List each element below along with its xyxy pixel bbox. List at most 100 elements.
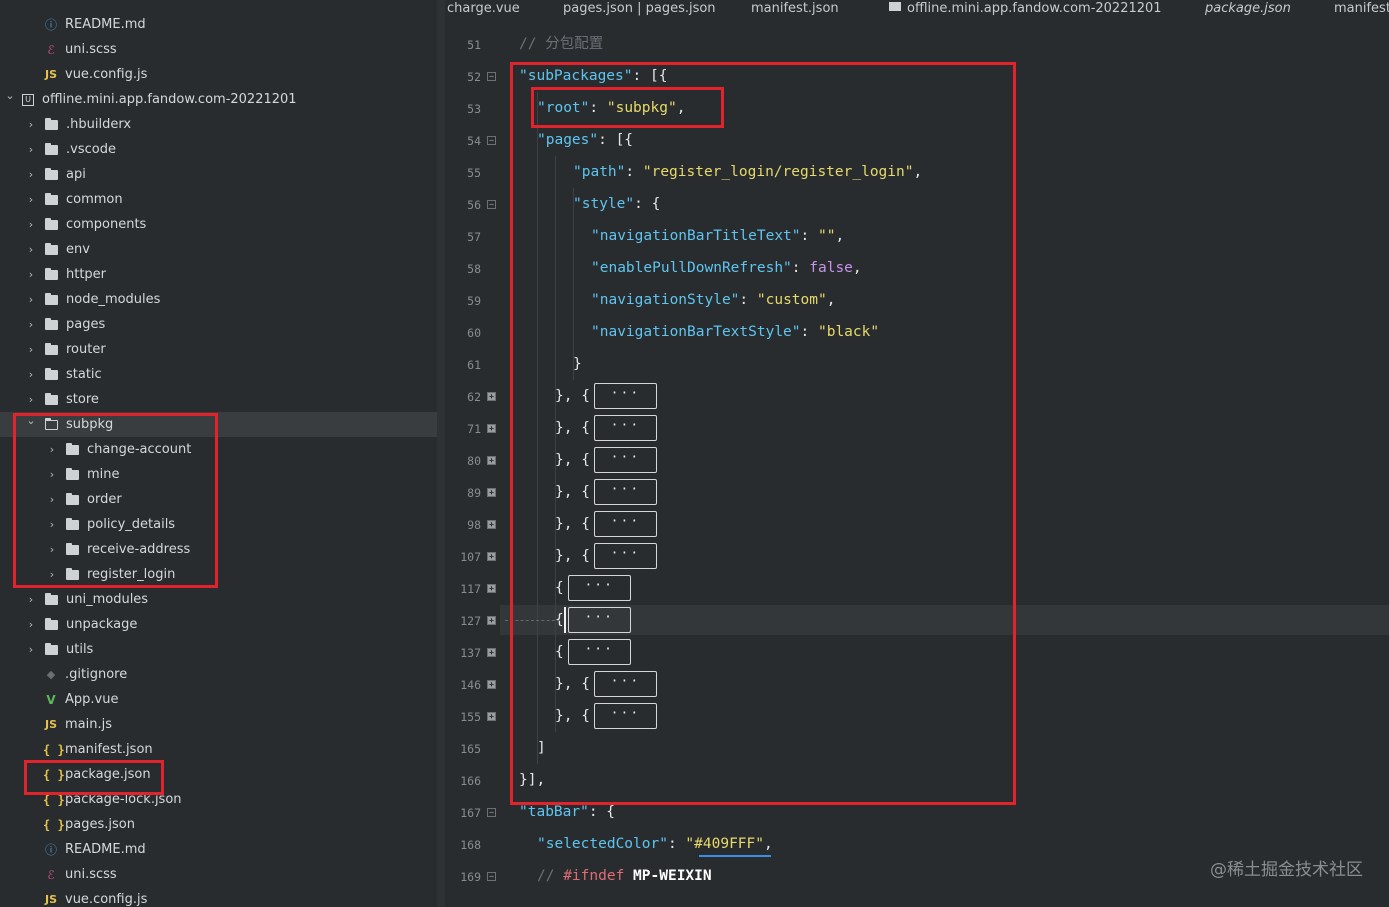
tree-item-mine[interactable]: › mine (0, 462, 437, 487)
tab-manifest-json[interactable]: manifest.json (751, 1, 839, 21)
tree-item-api[interactable]: › api (0, 162, 437, 187)
tree-item-uni-modules[interactable]: › uni_modules (0, 587, 437, 612)
code-line[interactable]: {··· (555, 636, 631, 668)
collapsed-region-button[interactable]: ··· (593, 703, 657, 729)
chevron-right-icon[interactable]: › (25, 593, 37, 606)
code-line[interactable]: }, {··· (555, 412, 657, 444)
code-line[interactable]: "root": "subpkg", (537, 92, 685, 124)
tree-item-pages[interactable]: › pages (0, 312, 437, 337)
fold-expand-icon[interactable]: + (487, 648, 496, 657)
collapsed-region-button[interactable]: ··· (593, 479, 657, 505)
tree-item--vscode[interactable]: › .vscode (0, 137, 437, 162)
tab-package-json[interactable]: package.json (1205, 1, 1291, 21)
chevron-right-icon[interactable]: › (25, 618, 37, 631)
chevron-right-icon[interactable]: › (25, 393, 37, 406)
tree-item-main-js[interactable]: JS main.js (0, 712, 437, 737)
tree-item-vue-config-js[interactable]: JS vue.config.js (0, 62, 437, 87)
collapsed-region-button[interactable]: ··· (567, 575, 631, 601)
chevron-right-icon[interactable]: › (25, 243, 37, 256)
tree-item-app-vue[interactable]: V App.vue (0, 687, 437, 712)
tree-item-uni-scss[interactable]: ℰuni.scss (0, 862, 437, 887)
chevron-right-icon[interactable]: › (25, 293, 37, 306)
code-line[interactable]: }, {··· (555, 668, 657, 700)
chevron-right-icon[interactable]: › (25, 118, 37, 131)
collapsed-region-button[interactable]: ··· (593, 543, 657, 569)
tree-item-components[interactable]: › components (0, 212, 437, 237)
code-line[interactable]: } (573, 348, 582, 380)
code-editor[interactable]: 51// 分包配置 52− "subPackages": [{53 "root": "… (445, 22, 1389, 907)
collapsed-region-button[interactable]: ··· (593, 447, 657, 473)
fold-expand-icon[interactable]: + (487, 424, 496, 433)
code-line[interactable]: ] (537, 732, 546, 764)
code-line[interactable]: "navigationStyle": "custom", (591, 284, 835, 316)
tree-item-httper[interactable]: › httper (0, 262, 437, 287)
tree-item-offline-mini-app-fandow-com-20221201[interactable]: ⌄ Uoffline.mini.app.fandow.com-20221201 (0, 87, 437, 112)
chevron-right-icon[interactable]: › (25, 218, 37, 231)
code-line[interactable]: {··· (555, 572, 631, 604)
code-line[interactable]: }, {··· (555, 444, 657, 476)
chevron-down-icon[interactable]: ⌄ (4, 89, 16, 102)
fold-expand-icon[interactable]: + (487, 520, 496, 529)
code-line[interactable]: "enablePullDownRefresh": false, (591, 252, 862, 284)
tree-item-pages-json[interactable]: { } pages.json (0, 812, 437, 837)
chevron-right-icon[interactable]: › (25, 143, 37, 156)
tree-item-static[interactable]: › static (0, 362, 437, 387)
code-line[interactable]: }, {··· (555, 540, 657, 572)
tree-item-utils[interactable]: › utils (0, 637, 437, 662)
tree-item-register-login[interactable]: › register_login (0, 562, 437, 587)
chevron-right-icon[interactable]: › (25, 368, 37, 381)
code-line[interactable]: // 分包配置 (519, 28, 603, 60)
fold-expand-icon[interactable]: + (487, 584, 496, 593)
chevron-down-icon[interactable]: ⌄ (25, 414, 37, 427)
fold-collapse-icon[interactable]: − (487, 72, 496, 81)
chevron-right-icon[interactable]: › (25, 318, 37, 331)
tree-item-unpackage[interactable]: › unpackage (0, 612, 437, 637)
tree-item-change-account[interactable]: › change-account (0, 437, 437, 462)
fold-collapse-icon[interactable]: − (487, 808, 496, 817)
fold-collapse-icon[interactable]: − (487, 872, 496, 881)
chevron-right-icon[interactable]: › (46, 468, 58, 481)
chevron-right-icon[interactable]: › (25, 193, 37, 206)
sidebar-scrollbar[interactable] (437, 0, 445, 907)
tab-project-folder[interactable]: offline.mini.app.fandow.com-20221201 (889, 1, 1162, 21)
tree-item-router[interactable]: › router (0, 337, 437, 362)
tab-pages-json[interactable]: pages.json | pages.json (563, 1, 716, 21)
collapsed-region-button[interactable]: ··· (593, 415, 657, 441)
tree-item-package-json[interactable]: { } package.json (0, 762, 437, 787)
fold-expand-icon[interactable]: + (487, 712, 496, 721)
tree-item-receive-address[interactable]: › receive-address (0, 537, 437, 562)
fold-expand-icon[interactable]: + (487, 552, 496, 561)
collapsed-region-button[interactable]: ··· (593, 511, 657, 537)
code-line[interactable]: "subPackages": [{ (519, 60, 667, 92)
fold-collapse-icon[interactable]: − (487, 200, 496, 209)
tree-item--gitignore[interactable]: ◆ .gitignore (0, 662, 437, 687)
fold-expand-icon[interactable]: + (487, 680, 496, 689)
code-line[interactable]: "navigationBarTitleText": "", (591, 220, 844, 252)
code-line[interactable]: // #ifndef MP-WEIXIN (537, 860, 712, 892)
tree-item-manifest-json[interactable]: { } manifest.json (0, 737, 437, 762)
code-line[interactable]: "navigationBarTextStyle": "black" (591, 316, 879, 348)
tree-item-subpkg[interactable]: ⌄ subpkg (0, 412, 437, 437)
tree-item-store[interactable]: › store (0, 387, 437, 412)
fold-expand-icon[interactable]: + (487, 488, 496, 497)
code-line[interactable]: }, {··· (555, 700, 657, 732)
chevron-right-icon[interactable]: › (46, 543, 58, 556)
code-line[interactable]: }, {··· (555, 476, 657, 508)
code-line[interactable]: }], (519, 764, 545, 796)
tree-item-policy-details[interactable]: › policy_details (0, 512, 437, 537)
chevron-right-icon[interactable]: › (25, 268, 37, 281)
tab-charge-vue[interactable]: charge.vue (447, 1, 520, 21)
tree-item-package-lock-json[interactable]: { } package-lock.json (0, 787, 437, 812)
tab-manifest-json-2[interactable]: manifest. (1334, 1, 1389, 21)
chevron-right-icon[interactable]: › (46, 493, 58, 506)
tree-item-order[interactable]: › order (0, 487, 437, 512)
collapsed-region-button[interactable]: ··· (567, 639, 631, 665)
fold-expand-icon[interactable]: + (487, 616, 496, 625)
chevron-right-icon[interactable]: › (25, 343, 37, 356)
fold-expand-icon[interactable]: + (487, 456, 496, 465)
code-line[interactable]: }, {··· (555, 508, 657, 540)
code-line[interactable]: "path": "register_login/register_login", (573, 156, 922, 188)
collapsed-region-button[interactable]: ··· (567, 607, 631, 633)
tree-item-uni-scss[interactable]: ℰuni.scss (0, 37, 437, 62)
code-line[interactable]: "tabBar": { (519, 796, 615, 828)
